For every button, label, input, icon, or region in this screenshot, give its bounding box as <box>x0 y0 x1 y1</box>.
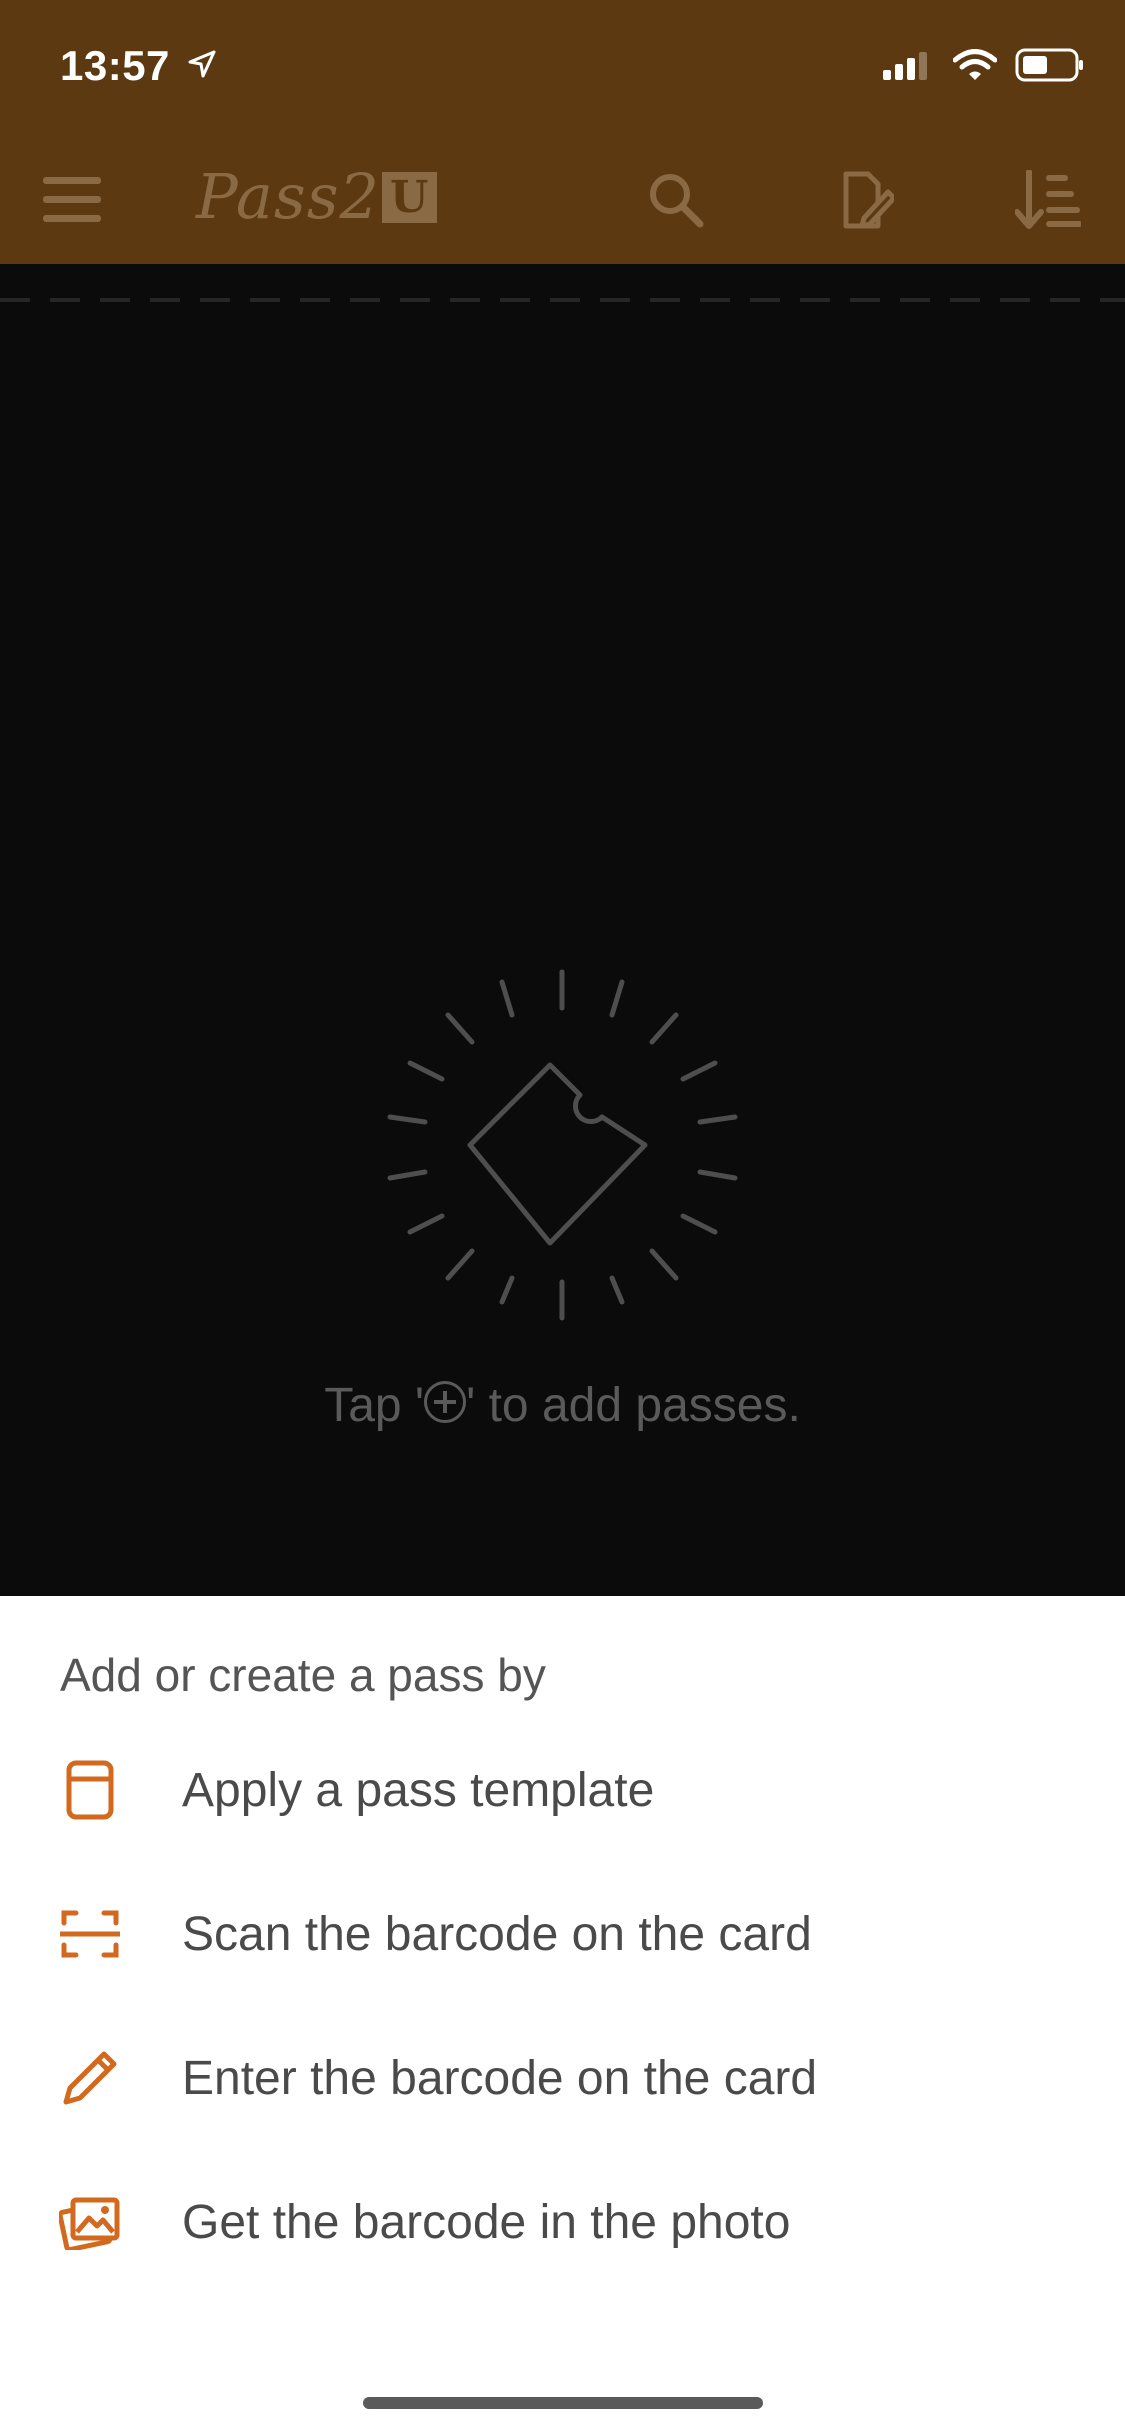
template-icon <box>58 1758 122 1822</box>
divider <box>0 298 1125 302</box>
ticket-sparkle-icon <box>380 960 745 1335</box>
empty-text-part-2: ' to add passes. <box>466 1379 801 1432</box>
logo-text: Pass2 <box>196 160 380 233</box>
cellular-signal-icon <box>883 50 935 85</box>
option-enter-barcode[interactable]: Enter the barcode on the card <box>0 2018 1125 2138</box>
home-indicator[interactable] <box>363 2397 763 2409</box>
scan-icon <box>58 1902 122 1966</box>
search-icon[interactable] <box>644 160 708 240</box>
sort-icon[interactable] <box>1012 160 1084 240</box>
option-apply-template[interactable]: Apply a pass template <box>0 1730 1125 1850</box>
wifi-icon <box>952 49 998 86</box>
status-time: 13:57 <box>60 42 170 89</box>
sheet-title: Add or create a pass by <box>60 1649 546 1701</box>
option-label: Apply a pass template <box>182 1763 655 1817</box>
photo-icon <box>58 2190 122 2254</box>
option-scan-barcode[interactable]: Scan the barcode on the card <box>0 1874 1125 1994</box>
empty-text-part-1: Tap ' <box>324 1379 425 1432</box>
add-pass-sheet: Add or create a pass by Apply a pass tem… <box>0 1596 1125 2436</box>
app-header: 13:57 Pass2 U <box>0 0 1125 264</box>
empty-state-message: Tap ' ' to add passes. <box>0 1378 1125 1433</box>
status-icons <box>883 48 1085 87</box>
hamburger-menu-icon[interactable] <box>40 160 104 240</box>
option-label: Enter the barcode on the card <box>182 2051 818 2105</box>
location-arrow-icon <box>188 50 216 83</box>
option-label: Scan the barcode on the card <box>182 1907 812 1961</box>
option-label: Get the barcode in the photo <box>182 2195 791 2249</box>
edit-pass-icon[interactable] <box>834 160 898 240</box>
option-barcode-photo[interactable]: Get the barcode in the photo <box>0 2162 1125 2282</box>
toolbar <box>0 160 1125 264</box>
battery-icon <box>1015 48 1085 87</box>
add-circle-icon <box>424 1381 467 1423</box>
app-logo: Pass2 U <box>196 160 438 233</box>
logo-u-box: U <box>381 172 438 223</box>
pencil-icon <box>58 2046 122 2110</box>
